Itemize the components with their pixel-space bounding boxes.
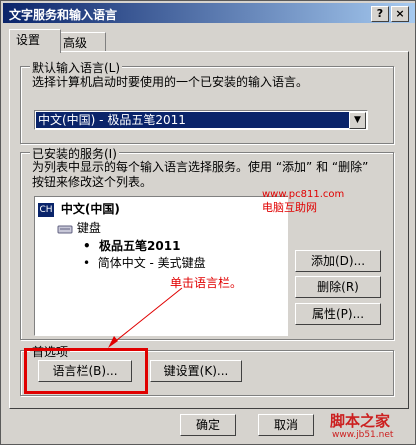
- key-settings-button[interactable]: 键设置(K)...: [150, 360, 242, 382]
- default-language-select[interactable]: 中文(中国) - 极品五笔2011 ▼: [34, 110, 368, 130]
- add-button[interactable]: 添加(D)...: [295, 250, 381, 272]
- chevron-down-icon[interactable]: ▼: [349, 112, 366, 129]
- language-badge-icon: CH: [38, 202, 54, 217]
- installed-services-description: 为列表中显示的每个输入语言选择服务。使用 “添加” 和 “删除” 按钮来修改这个…: [32, 160, 369, 189]
- bullet-icon: •: [83, 256, 98, 270]
- close-button[interactable]: ×: [391, 6, 409, 22]
- ok-button[interactable]: 确定: [180, 414, 236, 436]
- tab-advanced[interactable]: 高级: [56, 32, 106, 53]
- tree-language-label: 中文(中国): [60, 202, 120, 216]
- highlight-box: [24, 348, 148, 394]
- tree-keyboard-label: 键盘: [76, 221, 101, 235]
- tree-item-ime-1[interactable]: • 极品五笔2011: [83, 237, 180, 254]
- remove-button[interactable]: 删除(R): [295, 276, 381, 298]
- tab-settings[interactable]: 设置: [9, 29, 61, 53]
- properties-button[interactable]: 属性(P)...: [295, 303, 381, 325]
- help-button[interactable]: ?: [371, 6, 389, 22]
- default-language-description: 选择计算机启动时要使用的一个已安装的输入语言。: [32, 75, 309, 89]
- window-title: 文字服务和输入语言: [9, 8, 118, 22]
- default-language-value: 中文(中国) - 极品五笔2011: [36, 112, 350, 128]
- cancel-button[interactable]: 取消: [258, 414, 314, 436]
- tree-ime-label: 简体中文 - 美式键盘: [97, 256, 206, 270]
- tree-ime-label: 极品五笔2011: [99, 239, 181, 253]
- tree-item-ime-2[interactable]: • 简体中文 - 美式键盘: [83, 254, 206, 271]
- watermark-url: www.jb51.net: [332, 430, 394, 440]
- watermark-title: 脚本之家: [330, 412, 391, 430]
- bullet-icon: •: [83, 239, 100, 253]
- tree-item-language[interactable]: CH 中文(中国): [38, 200, 120, 217]
- keyboard-icon: [57, 225, 73, 233]
- site-name-annotation: 电脑互助网: [262, 201, 317, 214]
- title-bar[interactable]: 文字服务和输入语言 ? ×: [3, 3, 415, 23]
- pointer-arrow-icon: [108, 287, 183, 348]
- tree-item-keyboard[interactable]: 键盘: [57, 219, 101, 236]
